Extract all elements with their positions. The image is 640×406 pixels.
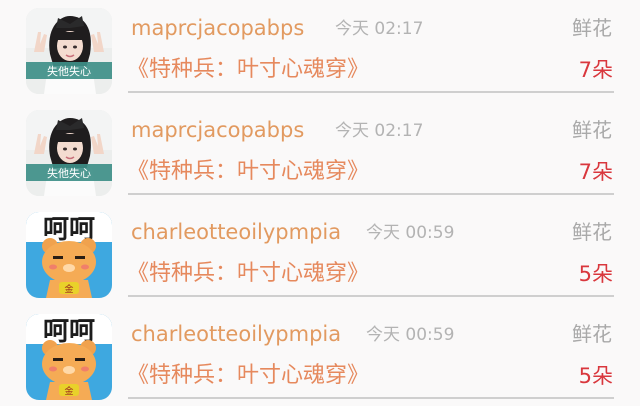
cartoon-bear-avatar-icon: 呵呵 金 [26, 212, 112, 298]
gift-type-label: 鲜花 [572, 118, 612, 142]
timestamp: 今天 00:59 [366, 325, 455, 345]
list-item[interactable]: 呵呵 金 charleotteoilypmpia 今天 00:59 鲜花 《特种… [0, 306, 640, 406]
list-item[interactable]: 失他失心 maprcjacopabps 今天 02:17 鲜花 《特种兵：叶寸心… [0, 0, 640, 100]
flower-count: 7朵 [578, 160, 613, 184]
book-title-link[interactable]: 《特种兵：叶寸心魂穿》 [127, 259, 369, 289]
username[interactable]: maprcjacopabps [131, 116, 304, 144]
girl-photo-avatar-icon: 失他失心 [26, 8, 112, 94]
gift-type-label: 鲜花 [572, 16, 612, 40]
flower-count: 5朵 [578, 262, 613, 286]
timestamp: 今天 02:17 [335, 19, 424, 39]
row-divider [128, 397, 614, 399]
flower-gift-list: 失他失心 maprcjacopabps 今天 02:17 鲜花 《特种兵：叶寸心… [0, 0, 640, 402]
row-divider [128, 193, 614, 195]
gift-type-label: 鲜花 [572, 220, 612, 244]
row-divider [128, 295, 614, 297]
flower-count: 5朵 [578, 364, 613, 388]
flower-count: 7朵 [578, 58, 613, 82]
username[interactable]: maprcjacopabps [131, 14, 304, 42]
svg-text:金: 金 [64, 385, 73, 397]
girl-photo-avatar-icon: 失他失心 [26, 110, 112, 196]
timestamp: 今天 00:59 [366, 223, 455, 243]
gift-type-label: 鲜花 [572, 322, 612, 346]
svg-text:金: 金 [64, 283, 73, 295]
row-divider [128, 91, 614, 93]
avatar[interactable]: 呵呵 金 [26, 212, 112, 298]
list-item[interactable]: 失他失心 maprcjacopabps 今天 02:17 鲜花 《特种兵：叶寸心… [0, 102, 640, 202]
cartoon-bear-avatar-icon: 呵呵 金 [26, 314, 112, 400]
username[interactable]: charleotteoilypmpia [131, 218, 341, 246]
avatar[interactable]: 呵呵 金 [26, 314, 112, 400]
avatar-caption: 失他失心 [47, 167, 91, 180]
username[interactable]: charleotteoilypmpia [131, 320, 341, 348]
timestamp: 今天 02:17 [335, 121, 424, 141]
list-item[interactable]: 呵呵 金 charleotteoilypmpia 今天 00:59 鲜花 《特种… [0, 204, 640, 304]
avatar[interactable]: 失他失心 [26, 8, 112, 94]
avatar-caption: 失他失心 [47, 65, 91, 78]
book-title-link[interactable]: 《特种兵：叶寸心魂穿》 [127, 55, 369, 85]
book-title-link[interactable]: 《特种兵：叶寸心魂穿》 [127, 157, 369, 187]
avatar[interactable]: 失他失心 [26, 110, 112, 196]
book-title-link[interactable]: 《特种兵：叶寸心魂穿》 [127, 361, 369, 391]
